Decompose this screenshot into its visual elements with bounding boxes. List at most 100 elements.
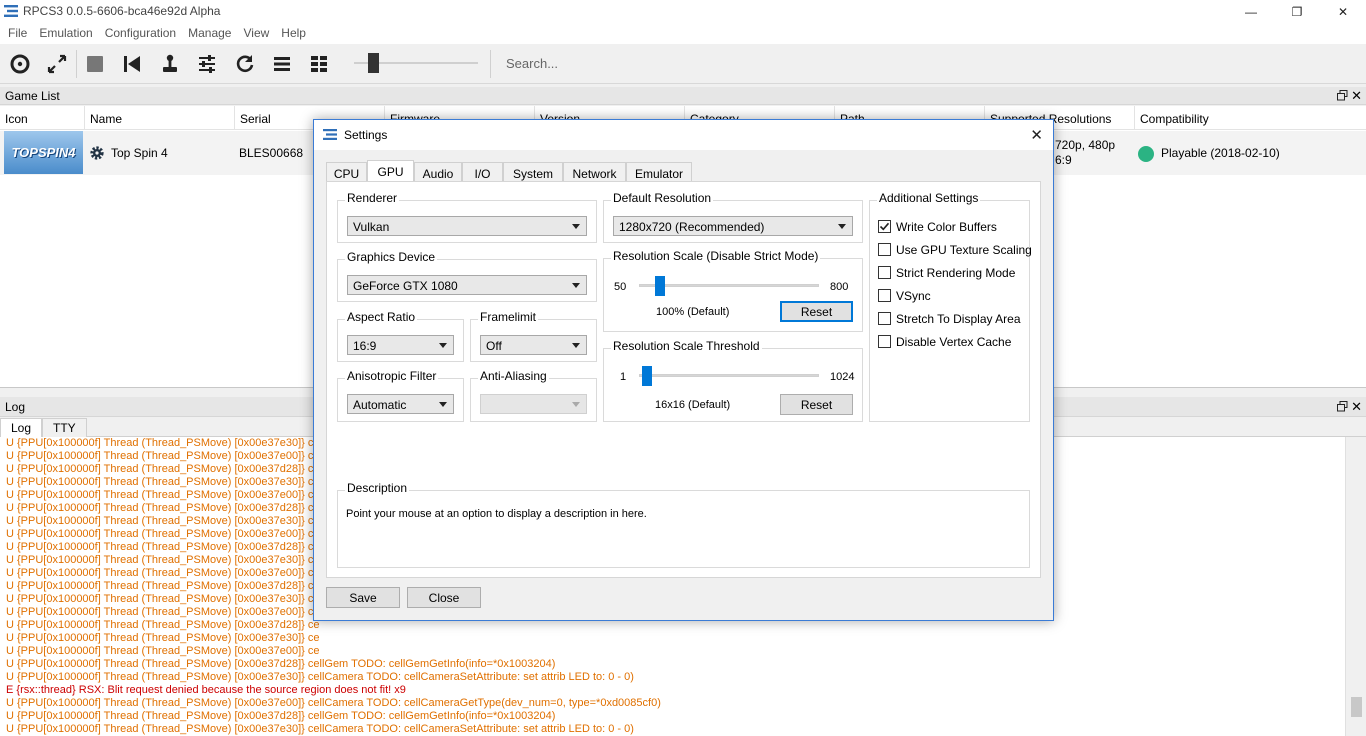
menu-view[interactable]: View [237,23,275,44]
anisotropic-filter-select[interactable]: Automatic [347,394,454,414]
close-dock-icon[interactable]: ✕ [1351,399,1362,415]
checkbox-label: Write Color Buffers [896,220,997,234]
game-list-dock-header: Game List ✕ [0,87,1366,105]
menu-configuration[interactable]: Configuration [99,23,182,44]
checkbox-label: Use GPU Texture Scaling [896,243,1032,257]
chevron-down-icon [439,402,447,407]
framelimit-value: Off [486,339,502,353]
description-group: Description Point your mouse at an optio… [337,481,1030,568]
tab-io[interactable]: I/O [462,162,503,182]
tab-system[interactable]: System [503,162,563,182]
checkbox-unchecked-icon[interactable] [878,312,891,325]
tab-tty[interactable]: TTY [42,418,87,437]
tab-log[interactable]: Log [0,418,43,437]
menu-help[interactable]: Help [275,23,312,44]
restore-button[interactable]: ❐ [1274,0,1320,23]
chevron-down-icon [572,402,580,407]
game-list-title: Game List [5,89,60,103]
column-compatibility[interactable]: Compatibility [1135,106,1366,130]
float-dock-icon[interactable] [1337,90,1348,101]
open-disc-button[interactable] [8,52,32,76]
settings-title: Settings [344,128,388,142]
refresh-button[interactable] [233,52,257,76]
log-line: U {PPU[0x100000f] Thread (Thread_PSMove)… [6,463,320,475]
aspect-ratio-group: Aspect Ratio 16:9 [337,310,464,362]
settings-dialog: Settings ✕ CPU GPU Audio I/O System Netw… [313,119,1054,621]
grid-view-icon [311,56,327,72]
resolution-threshold-reset-button[interactable]: Reset [780,394,853,415]
menu-manage[interactable]: Manage [182,23,237,44]
toolbar-separator [490,50,491,78]
minimize-icon: — [1245,4,1257,19]
resolution-threshold-track[interactable] [639,374,819,377]
tab-gpu[interactable]: GPU [367,160,414,183]
search-input[interactable]: Search... [500,52,800,76]
chevron-down-icon [572,343,580,348]
graphics-device-select[interactable]: GeForce GTX 1080 [347,275,587,295]
column-icon[interactable]: Icon [0,106,85,130]
list-view-button[interactable] [270,52,294,76]
menu-file[interactable]: File [2,23,33,44]
column-name[interactable]: Name [85,106,235,130]
refresh-icon [236,55,254,73]
fullscreen-button[interactable] [45,52,69,76]
log-scrollbar[interactable] [1345,437,1366,736]
checkbox-checked-icon[interactable] [878,220,891,233]
checkbox-unchecked-icon[interactable] [878,335,891,348]
aspect-ratio-value: 16:9 [353,339,377,353]
disc-icon [10,54,30,74]
game-serial: BLES00668 [239,146,304,160]
grid-view-button[interactable] [307,52,331,76]
resolution-scale-reset-button[interactable]: Reset [780,301,853,322]
chevron-down-icon [838,224,846,229]
log-line: U {PPU[0x100000f] Thread (Thread_PSMove)… [6,606,320,618]
checkbox-label: VSync [896,289,931,303]
close-icon[interactable]: ✕ [1030,126,1043,144]
renderer-select[interactable]: Vulkan [347,216,587,236]
close-button[interactable]: Close [407,587,481,608]
checkbox-unchecked-icon[interactable] [878,266,891,279]
log-scrollbar-thumb[interactable] [1351,697,1362,717]
close-dock-icon[interactable]: ✕ [1351,88,1362,104]
anti-aliasing-select [480,394,587,414]
log-line: U {PPU[0x100000f] Thread (Thread_PSMove)… [6,528,320,540]
minimize-button[interactable]: — [1228,0,1274,23]
log-line: U {PPU[0x100000f] Thread (Thread_PSMove)… [6,554,320,566]
log-line: U {PPU[0x100000f] Thread (Thread_PSMove)… [6,723,634,735]
tab-cpu[interactable]: CPU [326,162,367,182]
aspect-ratio-select[interactable]: 16:9 [347,335,454,355]
default-resolution-select[interactable]: 1280x720 (Recommended) [613,216,853,236]
tab-emulator[interactable]: Emulator [626,162,692,182]
pad-settings-button[interactable] [158,52,182,76]
renderer-group: Renderer Vulkan [337,191,597,243]
resolution-threshold-slider[interactable] [642,366,653,386]
anisotropic-filter-value: Automatic [353,398,407,412]
resolution-threshold-min: 1 [620,371,627,383]
close-window-button[interactable]: ✕ [1320,0,1366,23]
settings-sliders-icon [199,55,215,73]
log-line: U {PPU[0x100000f] Thread (Thread_PSMove)… [6,580,320,592]
resolution-scale-slider[interactable] [655,276,666,296]
restart-button[interactable] [120,52,144,76]
icon-size-slider-handle[interactable] [368,53,379,73]
checkbox-unchecked-icon[interactable] [878,243,891,256]
menu-emulation[interactable]: Emulation [33,23,98,44]
gear-icon [90,146,104,160]
game-resolutions: 720p, 480p [1055,138,1116,152]
float-dock-icon[interactable] [1337,401,1348,412]
checkbox-unchecked-icon[interactable] [878,289,891,302]
config-button[interactable] [195,52,219,76]
title-bar: RPCS3 0.0.5-6606-bca46e92d Alpha — ❐ ✕ [0,0,1366,23]
tab-audio[interactable]: Audio [414,162,462,182]
log-line: E {rsx::thread} RSX: Blit request denied… [6,684,406,696]
chevron-down-icon [572,224,580,229]
resolution-scale-label: Resolution Scale (Disable Strict Mode) [611,249,821,263]
additional-settings-label: Additional Settings [877,191,981,205]
resolution-scale-track[interactable] [639,284,819,287]
tab-network[interactable]: Network [563,162,626,182]
stop-button[interactable] [83,52,107,76]
save-button[interactable]: Save [326,587,400,608]
restore-icon: ❐ [1291,4,1303,19]
framelimit-select[interactable]: Off [480,335,587,355]
compatibility-status-dot [1138,146,1154,162]
